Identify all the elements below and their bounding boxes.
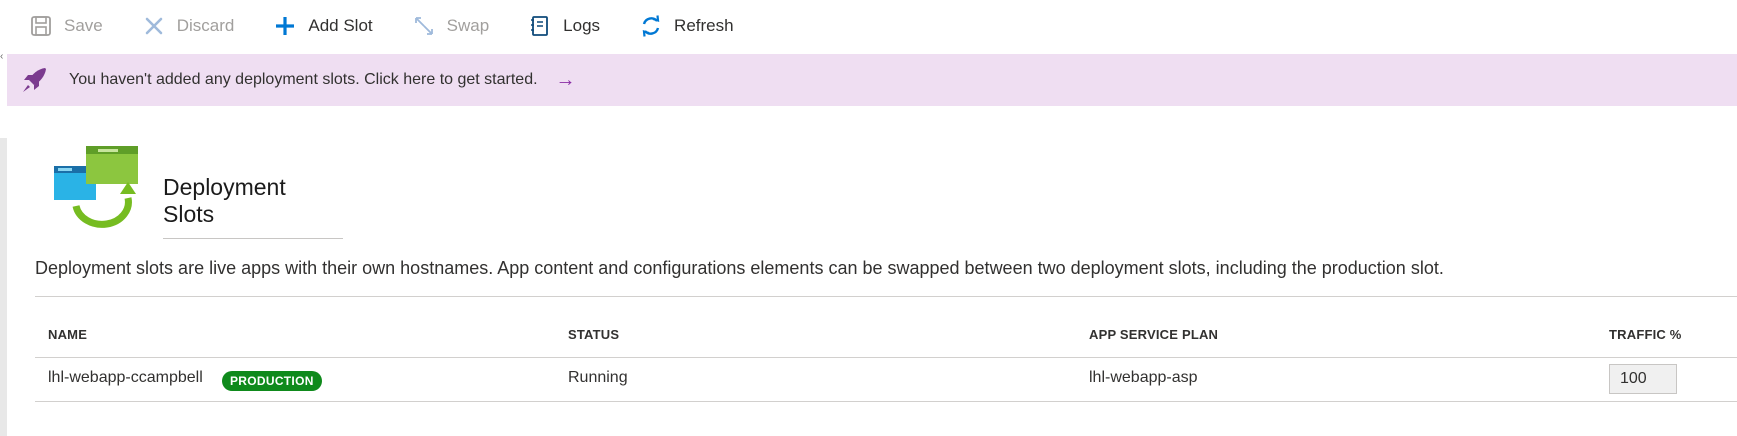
logs-label: Logs <box>563 16 601 35</box>
slot-name: lhl-webapp-ccampbell <box>48 369 203 386</box>
command-bar: Save Discard Add Slot Swap Logs Refresh <box>28 0 772 52</box>
slot-status: Running <box>568 369 628 386</box>
refresh-label: Refresh <box>674 16 734 35</box>
add-slot-button[interactable]: Add Slot <box>272 0 373 52</box>
rocket-icon <box>19 65 49 95</box>
close-icon <box>141 13 167 39</box>
status-badge: PRODUCTION <box>222 371 322 391</box>
discard-label: Discard <box>176 16 235 35</box>
save-button[interactable]: Save <box>28 0 103 52</box>
traffic-input[interactable]: 100 <box>1609 364 1677 394</box>
row-divider <box>35 401 1737 402</box>
plus-icon <box>272 13 298 39</box>
refresh-button[interactable]: Refresh <box>638 0 734 52</box>
header-divider <box>35 357 1737 358</box>
swap-label: Swap <box>446 16 490 35</box>
get-started-banner[interactable]: You haven't added any deployment slots. … <box>7 54 1737 106</box>
logs-icon <box>527 13 553 39</box>
add-slot-label: Add Slot <box>308 16 373 35</box>
divider <box>35 296 1737 297</box>
logs-button[interactable]: Logs <box>527 0 600 52</box>
save-icon <box>28 13 54 39</box>
page-description: Deployment slots are live apps with thei… <box>35 258 1444 278</box>
collapse-caret-icon[interactable]: ‹ <box>0 52 3 62</box>
column-header-name: NAME <box>48 327 88 342</box>
arrow-right-icon[interactable]: → <box>556 69 576 92</box>
page-title: Deployment Slots <box>163 174 343 239</box>
column-header-traffic: TRAFFIC % <box>1609 327 1682 342</box>
save-label: Save <box>64 16 103 35</box>
discard-button[interactable]: Discard <box>141 0 235 52</box>
column-header-status: STATUS <box>568 327 620 342</box>
banner-message[interactable]: You haven't added any deployment slots. … <box>69 71 538 89</box>
swap-icon <box>411 13 437 39</box>
slot-app-service-plan: lhl-webapp-asp <box>1089 369 1198 386</box>
left-scrollbar[interactable] <box>0 138 7 436</box>
deployment-slots-icon <box>54 144 140 232</box>
left-rail: ‹ <box>0 0 7 436</box>
column-header-app-service-plan: APP SERVICE PLAN <box>1089 327 1219 342</box>
swap-button[interactable]: Swap <box>411 0 490 52</box>
refresh-icon <box>638 13 664 39</box>
